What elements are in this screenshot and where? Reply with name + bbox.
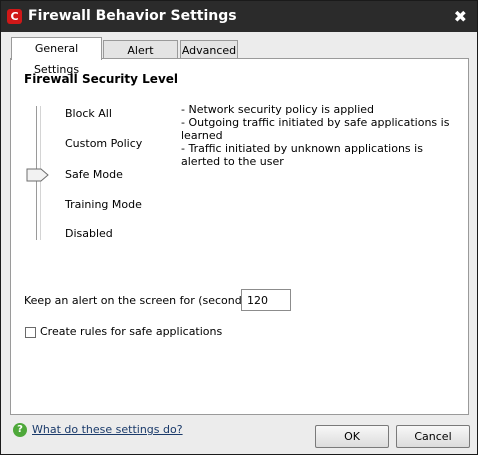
level-description: - Network security policy is applied - O… — [181, 103, 461, 168]
description-line: - Traffic initiated by unknown applicati… — [181, 142, 423, 168]
tab-advanced[interactable]: Advanced — [180, 40, 238, 60]
dialog-title: Firewall Behavior Settings — [28, 8, 237, 24]
level-disabled[interactable]: Disabled — [65, 227, 113, 240]
level-block-all[interactable]: Block All — [65, 107, 112, 120]
help-icon: ? — [13, 423, 27, 437]
general-settings-panel: Firewall Security Level Block All Custom… — [10, 58, 469, 415]
firewall-behavior-settings-dialog: C Firewall Behavior Settings ✖ General S… — [0, 0, 478, 455]
ok-button[interactable]: OK — [315, 425, 389, 448]
dialog-body: General Settings Alert Settings Advanced… — [1, 32, 477, 454]
level-safe-mode[interactable]: Safe Mode — [65, 168, 123, 181]
description-line: - Network security policy is applied — [181, 103, 375, 116]
level-custom-policy[interactable]: Custom Policy — [65, 137, 142, 150]
level-training-mode[interactable]: Training Mode — [65, 198, 142, 211]
create-rules-label[interactable]: Create rules for safe applications — [40, 325, 222, 338]
description-line: - Outgoing traffic initiated by safe app… — [181, 116, 450, 142]
close-icon[interactable]: ✖ — [454, 7, 467, 26]
comodo-logo-icon: C — [7, 9, 22, 24]
tab-general-settings[interactable]: General Settings — [11, 37, 102, 76]
tab-alert-settings[interactable]: Alert Settings — [103, 40, 178, 76]
cancel-button[interactable]: Cancel — [396, 425, 470, 448]
create-rules-checkbox[interactable] — [25, 327, 36, 338]
alert-duration-input[interactable] — [241, 289, 291, 311]
title-bar[interactable]: C Firewall Behavior Settings ✖ — [1, 1, 477, 32]
security-level-slider-thumb[interactable] — [26, 168, 50, 182]
help-link[interactable]: What do these settings do? — [32, 423, 183, 436]
alert-duration-label: Keep an alert on the screen for (seconds… — [24, 294, 256, 307]
